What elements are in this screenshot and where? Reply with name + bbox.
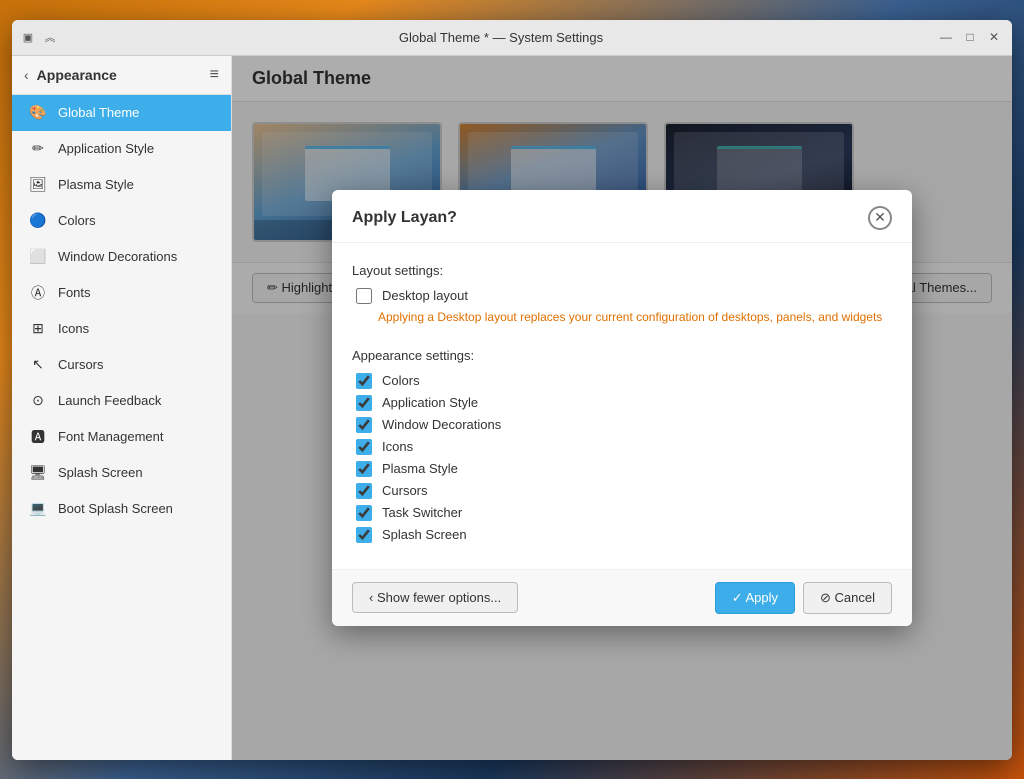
modal-header: Apply Layan? ✕ [332,190,912,243]
sidebar-header: ‹ Appearance ≡ [12,56,231,95]
icons-row: Icons [352,439,892,455]
sidebar-item-fonts[interactable]: Ⓐ Fonts [12,275,231,311]
sidebar-label-colors: Colors [58,213,96,228]
cancel-button[interactable]: ⊘ Cancel [803,582,892,614]
sidebar-label-icons: Icons [58,321,89,336]
global-theme-icon: 🎨 [28,103,48,123]
main-content: ‹ Appearance ≡ 🎨 Global Theme ✏ Applicat… [12,56,1012,760]
modal-overlay: Apply Layan? ✕ Layout settings: Desktop … [232,56,1012,760]
sidebar-label-window-decorations: Window Decorations [58,249,177,264]
content-area: Global Theme ⚡ [232,56,1012,760]
application-style-checkbox[interactable] [356,395,372,411]
sidebar-menu-button[interactable]: ≡ [210,66,219,84]
back-button[interactable]: ‹ [24,67,29,83]
modal-body: Layout settings: Desktop layout Applying… [332,243,912,569]
icons-checkbox[interactable] [356,439,372,455]
window-decorations-icon: ⬜ [28,247,48,267]
sidebar-item-application-style[interactable]: ✏ Application Style [12,131,231,167]
main-window: ▣ ︽ Global Theme * — System Settings — □… [12,20,1012,760]
sidebar-item-window-decorations[interactable]: ⬜ Window Decorations [12,239,231,275]
window-title: Global Theme * — System Settings [66,30,936,45]
sidebar-label-splash-screen: Splash Screen [58,465,143,480]
appearance-section-title: Appearance settings: [352,348,892,363]
titlebar-controls: — □ ✕ [936,27,1004,47]
apply-dialog: Apply Layan? ✕ Layout settings: Desktop … [332,190,912,626]
sidebar-title: Appearance [37,67,117,83]
sidebar-label-font-management: Font Management [58,429,164,444]
modal-footer-right: ✓ Apply ⊘ Cancel [715,582,892,614]
desktop-layout-checkbox[interactable] [356,288,372,304]
task-switcher-label: Task Switcher [382,505,462,520]
sidebar-label-fonts: Fonts [58,285,91,300]
sidebar-item-splash-screen[interactable]: 🖥 Splash Screen [12,455,231,491]
titlebar-left-icons: ▣ ︽ [20,29,58,45]
fonts-icon: Ⓐ [28,283,48,303]
task-switcher-checkbox[interactable] [356,505,372,521]
sidebar-item-font-management[interactable]: 🅰 Font Management [12,419,231,455]
splash-screen-row: Splash Screen [352,527,892,543]
sidebar-item-cursors[interactable]: ↖ Cursors [12,347,231,383]
splash-screen-checkbox[interactable] [356,527,372,543]
cursors-checkbox[interactable] [356,483,372,499]
application-style-label: Application Style [382,395,478,410]
sidebar-label-global-theme: Global Theme [58,105,139,120]
sidebar-item-global-theme[interactable]: 🎨 Global Theme [12,95,231,131]
window-decorations-label: Window Decorations [382,417,501,432]
launch-feedback-icon: ⊙ [28,391,48,411]
modal-footer: ‹ Show fewer options... ✓ Apply ⊘ Cancel [332,569,912,626]
sidebar-item-plasma-style[interactable]: 🖼 Plasma Style [12,167,231,203]
sidebar-label-boot-splash-screen: Boot Splash Screen [58,501,173,516]
plasma-style-icon: 🖼 [28,175,48,195]
modal-title: Apply Layan? [352,209,457,227]
titlebar-shade-icon[interactable]: ︽ [42,29,58,45]
sidebar-label-launch-feedback: Launch Feedback [58,393,161,408]
sidebar: ‹ Appearance ≡ 🎨 Global Theme ✏ Applicat… [12,56,232,760]
minimize-button[interactable]: — [936,27,956,47]
sidebar-label-cursors: Cursors [58,357,104,372]
close-button[interactable]: ✕ [984,27,1004,47]
sidebar-item-launch-feedback[interactable]: ⊙ Launch Feedback [12,383,231,419]
desktop-layout-row: Desktop layout [352,288,892,304]
cursors-icon: ↖ [28,355,48,375]
desktop-layout-label: Desktop layout [382,288,468,303]
boot-splash-icon: 💻 [28,499,48,519]
show-fewer-options-button[interactable]: ‹ Show fewer options... [352,582,518,613]
window-icon: ▣ [20,29,36,45]
splash-screen-icon: 🖥 [28,463,48,483]
cursors-row: Cursors [352,483,892,499]
plasma-style-checkbox[interactable] [356,461,372,477]
cursors-label: Cursors [382,483,428,498]
sidebar-label-application-style: Application Style [58,141,154,156]
layout-section-title: Layout settings: [352,263,892,278]
modal-close-button[interactable]: ✕ [868,206,892,230]
task-switcher-row: Task Switcher [352,505,892,521]
font-management-icon: 🅰 [28,427,48,447]
modal-footer-left: ‹ Show fewer options... [352,582,518,613]
window-decorations-row: Window Decorations [352,417,892,433]
splash-screen-label: Splash Screen [382,527,467,542]
sidebar-item-colors[interactable]: 🔵 Colors [12,203,231,239]
icons-icon: ⊞ [28,319,48,339]
colors-checkbox[interactable] [356,373,372,389]
sidebar-item-boot-splash-screen[interactable]: 💻 Boot Splash Screen [12,491,231,527]
icons-label: Icons [382,439,413,454]
plasma-style-label: Plasma Style [382,461,458,476]
application-style-row: Application Style [352,395,892,411]
sidebar-label-plasma-style: Plasma Style [58,177,134,192]
colors-row: Colors [352,373,892,389]
window-decorations-checkbox[interactable] [356,417,372,433]
titlebar: ▣ ︽ Global Theme * — System Settings — □… [12,20,1012,56]
plasma-style-row: Plasma Style [352,461,892,477]
layout-warning: Applying a Desktop layout replaces your … [378,310,892,324]
colors-icon: 🔵 [28,211,48,231]
sidebar-item-icons[interactable]: ⊞ Icons [12,311,231,347]
colors-label: Colors [382,373,420,388]
application-style-icon: ✏ [28,139,48,159]
maximize-button[interactable]: □ [960,27,980,47]
apply-button[interactable]: ✓ Apply [715,582,795,614]
